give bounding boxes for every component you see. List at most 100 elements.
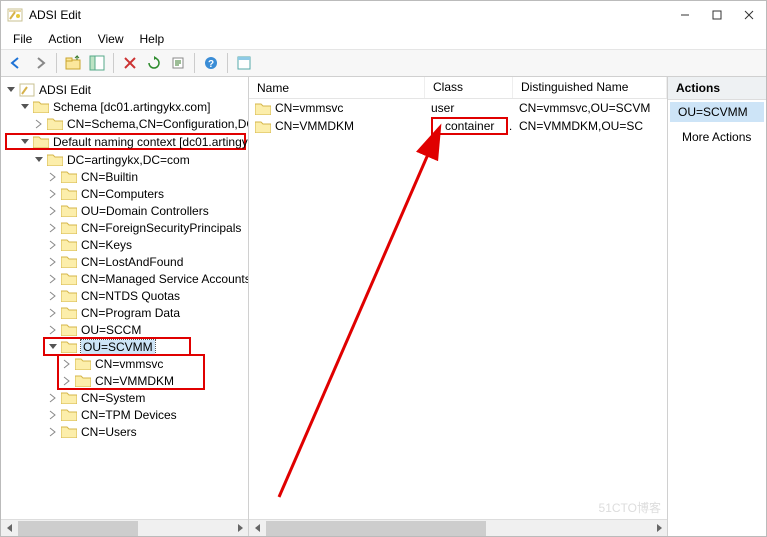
tree-item-vmmsvc[interactable]: CN=vmmsvc xyxy=(5,355,248,372)
chevron-right-icon[interactable] xyxy=(47,188,59,200)
tree-default-context[interactable]: Default naming context [dc01.artingykx xyxy=(5,133,246,150)
tree-pane: ADSI Edit Schema [dc01.artingykx.com] CN… xyxy=(1,77,249,536)
chevron-right-icon[interactable] xyxy=(47,273,59,285)
actions-pane: Actions OU=SCVMM More Actions xyxy=(668,77,766,536)
tree-root[interactable]: ADSI Edit xyxy=(5,81,248,98)
chevron-down-icon[interactable] xyxy=(33,154,45,166)
tree-item-label: OU=SCCM xyxy=(81,323,141,337)
tree-item-system[interactable]: CN=System xyxy=(5,389,248,406)
chevron-right-icon[interactable] xyxy=(47,256,59,268)
chevron-right-icon[interactable] xyxy=(47,290,59,302)
chevron-right-icon[interactable] xyxy=(33,118,45,130)
chevron-right-icon[interactable] xyxy=(47,426,59,438)
actions-more[interactable]: More Actions xyxy=(668,124,766,150)
annotation-arrow xyxy=(249,77,668,536)
tree-item-label: CN=ForeignSecurityPrincipals xyxy=(81,221,241,235)
cell-name: CN=vmmsvc xyxy=(275,101,343,115)
tree-item-builtin[interactable]: CN=Builtin xyxy=(5,168,248,185)
minimize-button[interactable] xyxy=(678,8,692,22)
tree-item-label: CN=Managed Service Accounts xyxy=(81,272,249,286)
scroll-left-icon[interactable] xyxy=(249,520,266,537)
cell-class: container xyxy=(431,117,508,135)
tree-item-fsp[interactable]: CN=ForeignSecurityPrincipals xyxy=(5,219,248,236)
tree-dc[interactable]: DC=artingykx,DC=com xyxy=(5,151,248,168)
tree-item-computers[interactable]: CN=Computers xyxy=(5,185,248,202)
close-button[interactable] xyxy=(742,8,756,22)
folder-icon xyxy=(61,323,77,336)
forward-button[interactable] xyxy=(29,52,51,74)
menu-action[interactable]: Action xyxy=(40,30,89,48)
tree-schema-cn[interactable]: CN=Schema,CN=Configuration,DC xyxy=(5,115,248,132)
column-header-name[interactable]: Name xyxy=(249,77,425,98)
chevron-right-icon[interactable] xyxy=(47,307,59,319)
cell-dn: CN=vmmsvc,OU=SCVM xyxy=(513,101,667,115)
folder-icon xyxy=(47,117,63,130)
list-scroll-horizontal[interactable] xyxy=(249,519,667,536)
actions-selected[interactable]: OU=SCVMM xyxy=(670,102,764,122)
chevron-right-icon[interactable] xyxy=(47,205,59,217)
chevron-right-icon[interactable] xyxy=(47,222,59,234)
tree-item-label: CN=Computers xyxy=(81,187,164,201)
chevron-right-icon[interactable] xyxy=(47,392,59,404)
back-button[interactable] xyxy=(5,52,27,74)
folder-icon xyxy=(47,153,63,166)
tree-item-lost[interactable]: CN=LostAndFound xyxy=(5,253,248,270)
menubar: File Action View Help xyxy=(1,29,766,49)
folder-icon xyxy=(255,120,271,133)
column-header-dn[interactable]: Distinguished Name xyxy=(513,77,667,98)
refresh-button[interactable] xyxy=(143,52,165,74)
help-button[interactable]: ? xyxy=(200,52,222,74)
column-header-class[interactable]: Class xyxy=(425,77,513,98)
tree-item-vmmdkm[interactable]: CN=VMMDKM xyxy=(5,372,248,389)
scroll-right-icon[interactable] xyxy=(231,520,248,537)
chevron-right-icon[interactable] xyxy=(61,358,73,370)
delete-button[interactable] xyxy=(119,52,141,74)
tree-item-sccm[interactable]: OU=SCCM xyxy=(5,321,248,338)
window-title: ADSI Edit xyxy=(29,8,678,22)
properties-button[interactable] xyxy=(233,52,255,74)
list-row[interactable]: CN=vmmsvc user CN=vmmsvc,OU=SCVM xyxy=(249,99,667,117)
up-button[interactable] xyxy=(62,52,84,74)
list-row[interactable]: CN=VMMDKM container CN=VMMDKM,OU=SC xyxy=(249,117,667,135)
chevron-right-icon[interactable] xyxy=(47,324,59,336)
tree-dc-label: DC=artingykx,DC=com xyxy=(67,153,190,167)
tree-item-label: CN=Users xyxy=(81,425,137,439)
tree-item-ntds[interactable]: CN=NTDS Quotas xyxy=(5,287,248,304)
tree-schema-label: Schema [dc01.artingykx.com] xyxy=(53,100,210,114)
tree-item-domain-controllers[interactable]: OU=Domain Controllers xyxy=(5,202,248,219)
menu-help[interactable]: Help xyxy=(132,30,173,48)
menu-view[interactable]: View xyxy=(90,30,132,48)
chevron-down-icon[interactable] xyxy=(19,101,31,113)
folder-icon xyxy=(61,425,77,438)
tree-item-msa[interactable]: CN=Managed Service Accounts xyxy=(5,270,248,287)
folder-icon xyxy=(61,306,77,319)
tree-item-label: OU=SCVMM xyxy=(81,340,155,354)
folder-icon xyxy=(61,340,77,353)
tree-item-scvmm[interactable]: OU=SCVMM xyxy=(5,338,248,355)
tree-item-keys[interactable]: CN=Keys xyxy=(5,236,248,253)
chevron-right-icon[interactable] xyxy=(47,409,59,421)
tree-schema-cn-label: CN=Schema,CN=Configuration,DC xyxy=(67,117,249,131)
maximize-button[interactable] xyxy=(710,8,724,22)
chevron-down-icon[interactable] xyxy=(47,341,59,353)
tree-item-users[interactable]: CN=Users xyxy=(5,423,248,440)
actions-header: Actions xyxy=(668,77,766,100)
tree-schema[interactable]: Schema [dc01.artingykx.com] xyxy=(5,98,248,115)
app-icon xyxy=(7,7,23,23)
tree-item-progdata[interactable]: CN=Program Data xyxy=(5,304,248,321)
folder-icon xyxy=(61,170,77,183)
tree-item-tpm[interactable]: CN=TPM Devices xyxy=(5,406,248,423)
chevron-down-icon[interactable] xyxy=(19,136,31,148)
tree-item-label: CN=vmmsvc xyxy=(95,357,163,371)
menu-file[interactable]: File xyxy=(5,30,40,48)
chevron-right-icon[interactable] xyxy=(47,239,59,251)
scroll-left-icon[interactable] xyxy=(1,520,18,537)
tree-item-label: CN=Program Data xyxy=(81,306,180,320)
export-button[interactable] xyxy=(167,52,189,74)
chevron-right-icon[interactable] xyxy=(47,171,59,183)
show-hide-tree-button[interactable] xyxy=(86,52,108,74)
tree-scroll-horizontal[interactable] xyxy=(1,519,248,536)
chevron-right-icon[interactable] xyxy=(61,375,73,387)
chevron-down-icon[interactable] xyxy=(5,84,17,96)
scroll-right-icon[interactable] xyxy=(650,520,667,537)
